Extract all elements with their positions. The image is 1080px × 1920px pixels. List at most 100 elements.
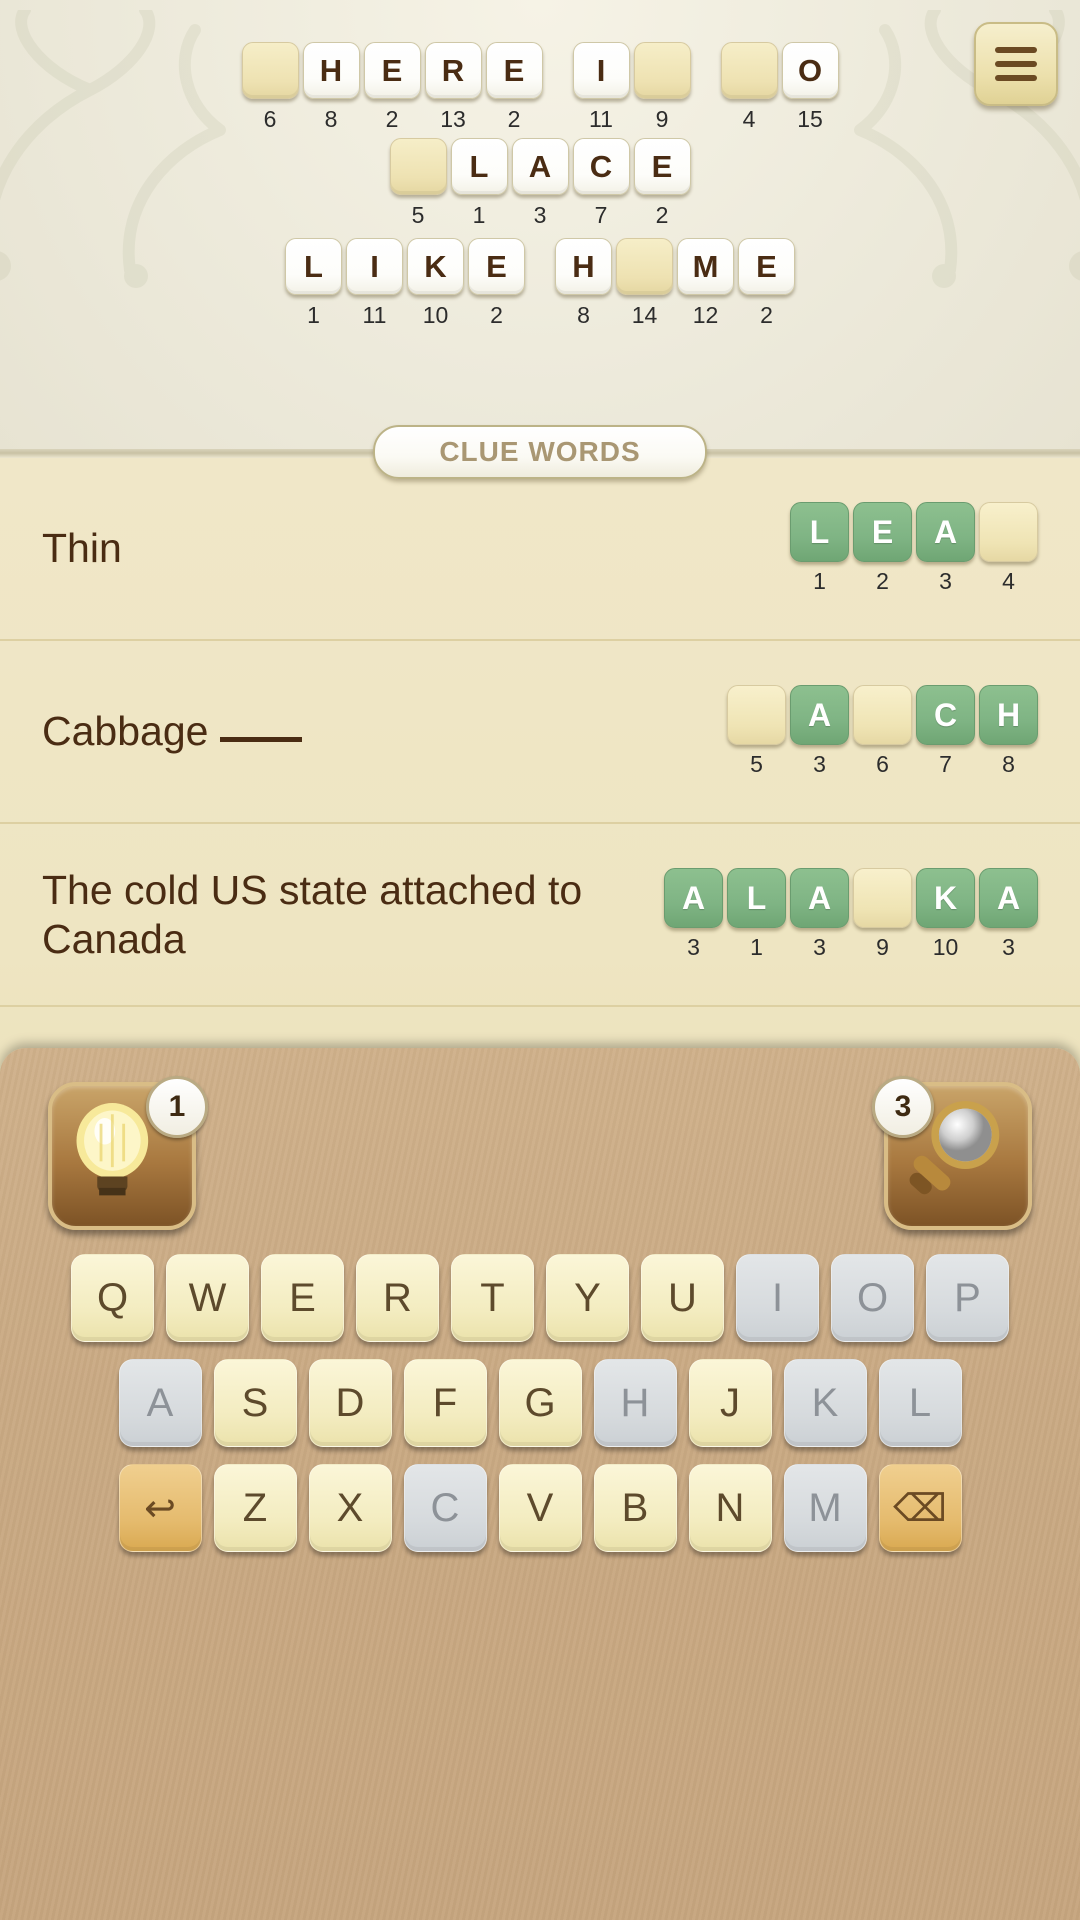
puzzle-tile-cell[interactable]: I 11 <box>571 42 632 133</box>
clue-tile-solved[interactable]: L <box>727 868 786 928</box>
puzzle-tile-cell[interactable]: R 13 <box>423 42 484 133</box>
puzzle-tile-blank[interactable] <box>720 42 778 99</box>
puzzle-tile-letter[interactable]: A <box>511 138 569 195</box>
puzzle-tile-cell[interactable]: E2 <box>736 238 797 329</box>
clue-tile-solved[interactable]: A <box>916 502 975 562</box>
backspace-key[interactable]: ⌫ <box>878 1464 962 1552</box>
key-m[interactable]: M <box>783 1464 867 1552</box>
clue-tile-cell[interactable]: 9 <box>851 868 914 961</box>
key-q[interactable]: Q <box>71 1254 154 1342</box>
key-c[interactable]: C <box>403 1464 487 1552</box>
clue-row[interactable]: Cabbage 5A36C7H8 <box>0 641 1080 824</box>
puzzle-tile-letter[interactable]: I <box>346 238 403 295</box>
puzzle-tile-letter[interactable]: R <box>424 42 482 99</box>
puzzle-tile-cell[interactable]: C7 <box>571 138 632 229</box>
hint-lightbulb-button[interactable]: 1 <box>48 1076 208 1230</box>
puzzle-tile-letter[interactable]: E <box>468 238 525 295</box>
clue-tile-cell[interactable]: H8 <box>977 685 1040 778</box>
clue-row[interactable]: The cold US state attached to Canada A 3 L 1… <box>0 824 1080 1007</box>
puzzle-tile-letter[interactable]: K <box>407 238 464 295</box>
clue-tile-cell[interactable]: A3 <box>914 502 977 595</box>
puzzle-tile-cell[interactable]: 6 <box>240 42 301 133</box>
key-j[interactable]: J <box>688 1359 772 1447</box>
puzzle-tile-cell[interactable]: E2 <box>632 138 693 229</box>
puzzle-tile-letter[interactable]: L <box>450 138 508 195</box>
key-d[interactable]: D <box>308 1359 392 1447</box>
puzzle-tile-letter[interactable]: I <box>572 42 630 99</box>
clue-tile-cell[interactable]: A3 <box>977 868 1040 961</box>
key-l[interactable]: L <box>878 1359 962 1447</box>
clue-tile-cell[interactable]: A3 <box>788 685 851 778</box>
key-z[interactable]: Z <box>213 1464 297 1552</box>
clue-tile-solved[interactable]: A <box>790 868 849 928</box>
puzzle-tile-letter[interactable]: E <box>633 138 691 195</box>
puzzle-tile-letter[interactable]: L <box>285 238 342 295</box>
key-p[interactable]: P <box>926 1254 1009 1342</box>
clue-tile-cell[interactable]: A3 <box>662 868 725 961</box>
clue-tile-solved[interactable]: E <box>853 502 912 562</box>
puzzle-tile-blank[interactable] <box>616 238 673 295</box>
puzzle-tile-cell[interactable]: 9 <box>632 42 693 133</box>
clue-tile-empty[interactable] <box>979 502 1038 562</box>
hint-magnifier-button[interactable]: 3 <box>872 1076 1032 1230</box>
key-g[interactable]: G <box>498 1359 582 1447</box>
key-s[interactable]: S <box>213 1359 297 1447</box>
puzzle-tile-cell[interactable]: O 15 <box>780 42 841 133</box>
clue-tile-empty[interactable] <box>853 685 912 745</box>
undo-key[interactable]: ↩ <box>118 1464 202 1552</box>
clue-tile-cell[interactable]: E2 <box>851 502 914 595</box>
puzzle-tile-letter[interactable]: E <box>363 42 421 99</box>
clue-tile-solved[interactable]: K <box>916 868 975 928</box>
key-w[interactable]: W <box>166 1254 249 1342</box>
puzzle-tile-blank[interactable] <box>241 42 299 99</box>
puzzle-tile-cell[interactable]: H8 <box>301 42 362 133</box>
clue-row[interactable]: Thin L 1 E 2 A 3 4 <box>0 458 1080 641</box>
puzzle-tile-letter[interactable]: O <box>781 42 839 99</box>
puzzle-tile-cell[interactable]: L1 <box>283 238 344 329</box>
clue-tile-cell[interactable]: 5 <box>725 685 788 778</box>
key-o[interactable]: O <box>831 1254 914 1342</box>
puzzle-tile-blank[interactable] <box>389 138 447 195</box>
puzzle-tile-cell[interactable]: I 11 <box>344 238 405 329</box>
clue-tile-solved[interactable]: A <box>664 868 723 928</box>
key-u[interactable]: U <box>641 1254 724 1342</box>
clue-tile-cell[interactable]: K 10 <box>914 868 977 961</box>
key-v[interactable]: V <box>498 1464 582 1552</box>
puzzle-tile-cell[interactable]: M 12 <box>675 238 736 329</box>
puzzle-tile-cell[interactable]: 14 <box>614 238 675 329</box>
clue-tile-cell[interactable]: L1 <box>725 868 788 961</box>
puzzle-tile-cell[interactable]: A3 <box>510 138 571 229</box>
puzzle-tile-letter[interactable]: E <box>738 238 795 295</box>
puzzle-tile-cell[interactable]: E2 <box>466 238 527 329</box>
puzzle-tile-letter[interactable]: H <box>302 42 360 99</box>
key-e[interactable]: E <box>261 1254 344 1342</box>
puzzle-tile-cell[interactable]: L1 <box>449 138 510 229</box>
key-x[interactable]: X <box>308 1464 392 1552</box>
clue-tile-cell[interactable]: 6 <box>851 685 914 778</box>
puzzle-tile-letter[interactable]: C <box>572 138 630 195</box>
puzzle-tile-cell[interactable]: E2 <box>484 42 545 133</box>
key-b[interactable]: B <box>593 1464 677 1552</box>
puzzle-tile-letter[interactable]: M <box>677 238 734 295</box>
key-f[interactable]: F <box>403 1359 487 1447</box>
clue-tile-cell[interactable]: A3 <box>788 868 851 961</box>
clue-tile-empty[interactable] <box>853 868 912 928</box>
key-t[interactable]: T <box>451 1254 534 1342</box>
puzzle-tile-letter[interactable]: E <box>485 42 543 99</box>
clue-tile-solved[interactable]: C <box>916 685 975 745</box>
clue-tile-solved[interactable]: A <box>979 868 1038 928</box>
clue-tile-solved[interactable]: H <box>979 685 1038 745</box>
puzzle-tile-cell[interactable]: H8 <box>553 238 614 329</box>
puzzle-tile-cell[interactable]: 4 <box>719 42 780 133</box>
key-i[interactable]: I <box>736 1254 819 1342</box>
clue-tile-cell[interactable]: C7 <box>914 685 977 778</box>
puzzle-tile-cell[interactable]: 5 <box>388 138 449 229</box>
puzzle-tile-cell[interactable]: E2 <box>362 42 423 133</box>
clue-tile-solved[interactable]: A <box>790 685 849 745</box>
puzzle-tile-cell[interactable]: K 10 <box>405 238 466 329</box>
key-a[interactable]: A <box>118 1359 202 1447</box>
key-n[interactable]: N <box>688 1464 772 1552</box>
puzzle-tile-blank[interactable] <box>633 42 691 99</box>
key-k[interactable]: K <box>783 1359 867 1447</box>
key-y[interactable]: Y <box>546 1254 629 1342</box>
